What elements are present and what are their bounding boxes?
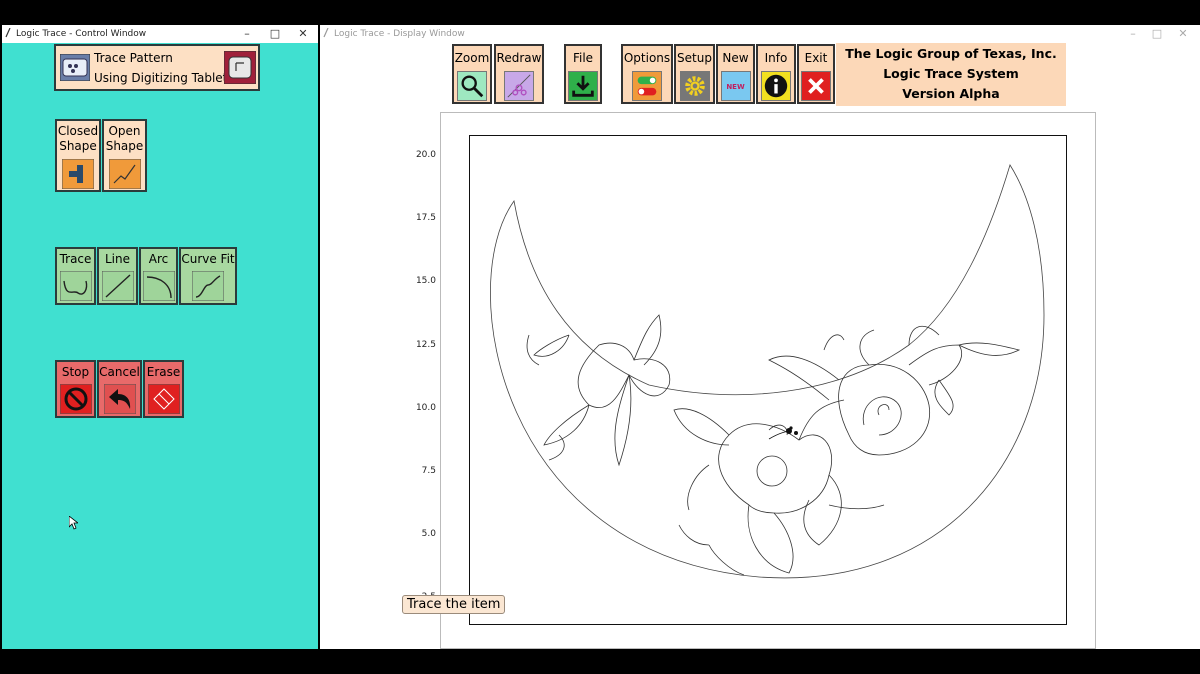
version-label: Version Alpha	[902, 86, 1000, 101]
feather-icon	[5, 28, 11, 38]
minimize-icon[interactable]: –	[1122, 26, 1144, 42]
file-label: File	[572, 51, 594, 65]
trace-pattern-line1: Trace Pattern	[94, 51, 173, 65]
display-window-title: Logic Trace - Display Window	[334, 29, 465, 39]
mouse-cursor-icon	[69, 516, 78, 530]
undo-arrow-icon	[103, 384, 136, 414]
line-button[interactable]: Line	[97, 247, 138, 305]
exit-label: Exit	[804, 51, 828, 65]
y-tick-label: 20.0	[415, 150, 436, 160]
download-icon	[568, 71, 598, 101]
zoom-button[interactable]: Zoom	[452, 44, 492, 104]
open-shape-label-2: Shape	[105, 139, 144, 153]
digitizer-tablet-icon	[60, 54, 90, 81]
file-button[interactable]: File	[564, 44, 602, 104]
gear-icon	[679, 71, 710, 101]
new-button[interactable]: New NEW	[716, 44, 755, 104]
arc-button[interactable]: Arc	[139, 247, 178, 305]
stop-button[interactable]: Stop	[55, 360, 96, 418]
close-icon[interactable]: ✕	[292, 26, 314, 42]
info-icon	[761, 71, 791, 101]
setup-label: Setup	[677, 51, 712, 65]
control-window-title: Logic Trace - Control Window	[16, 29, 147, 39]
arc-label: Arc	[148, 252, 169, 266]
trace-tooltip: Trace the item	[402, 595, 506, 614]
magnifier-icon	[457, 71, 487, 101]
closed-shape-icon	[62, 159, 94, 189]
new-badge-icon: NEW	[720, 71, 751, 101]
toggle-switch-icon	[632, 71, 662, 101]
new-badge-text: NEW	[726, 83, 745, 91]
closed-shape-label-2: Shape	[59, 139, 97, 153]
y-tick-label: 17.5	[415, 213, 436, 224]
trace-pattern-line2: Using Digitizing Tablet	[94, 71, 228, 85]
setup-button[interactable]: Setup	[674, 44, 715, 104]
company-banner: The Logic Group of Texas, Inc. Logic Tra…	[836, 43, 1066, 106]
exit-button[interactable]: Exit	[797, 44, 835, 104]
tablet-pen-icon	[224, 51, 256, 84]
y-tick-label: 12.5	[415, 339, 436, 350]
eraser-icon	[147, 384, 180, 414]
trace-pattern-button[interactable]: Trace Pattern Using Digitizing Tablet	[54, 44, 260, 91]
closed-shape-button[interactable]: Closed Shape	[55, 119, 101, 192]
info-label: Info	[764, 51, 788, 65]
control-window: Logic Trace - Control Window – □ ✕ Trace…	[2, 25, 318, 649]
y-tick-label: 10.0	[415, 402, 436, 413]
zoom-label: Zoom	[454, 51, 490, 65]
product-name: Logic Trace System	[883, 66, 1019, 81]
drawing-canvas[interactable]	[469, 135, 1067, 625]
erase-button[interactable]: Erase	[143, 360, 184, 418]
line-label: Line	[104, 252, 130, 266]
minimize-icon[interactable]: –	[236, 26, 258, 42]
company-name: The Logic Group of Texas, Inc.	[845, 46, 1057, 61]
new-label: New	[722, 51, 749, 65]
closed-shape-label-1: Closed	[57, 124, 99, 138]
open-shape-icon	[108, 159, 141, 189]
curve-fit-button[interactable]: Curve Fit	[179, 247, 237, 305]
open-shape-button[interactable]: Open Shape	[102, 119, 147, 192]
y-tick-label: 7.5	[421, 466, 436, 476]
info-button[interactable]: Info	[756, 44, 796, 104]
y-tick-label: 5.0	[421, 529, 436, 540]
trace-label: Trace	[59, 252, 92, 266]
redraw-label: Redraw	[496, 51, 542, 65]
maximize-icon[interactable]: □	[264, 26, 286, 42]
y-tick-label: 15.0	[415, 276, 436, 287]
control-panel: Trace Pattern Using Digitizing Tablet Cl…	[2, 43, 318, 649]
options-button[interactable]: Options	[621, 44, 673, 104]
control-titlebar: Logic Trace - Control Window – □ ✕	[2, 25, 318, 43]
curve-fit-label: Curve Fit	[181, 252, 235, 266]
options-label: Options	[623, 51, 671, 65]
stop-icon	[59, 384, 92, 414]
erase-label: Erase	[146, 365, 181, 379]
close-icon[interactable]: ✕	[1172, 26, 1194, 42]
trace-button[interactable]: Trace	[55, 247, 96, 305]
display-titlebar: Logic Trace - Display Window – □ ✕	[320, 25, 1200, 43]
open-shape-label-1: Open	[108, 124, 141, 138]
curve-fit-icon	[192, 271, 224, 301]
redraw-button[interactable]: Redraw	[494, 44, 544, 104]
stop-label: Stop	[61, 365, 90, 379]
feather-icon	[323, 28, 329, 38]
exit-x-icon	[801, 71, 831, 101]
line-icon	[101, 271, 134, 301]
cancel-button[interactable]: Cancel	[97, 360, 142, 418]
trace-curve-icon	[59, 271, 92, 301]
redraw-icon	[504, 71, 534, 101]
maximize-icon[interactable]: □	[1146, 26, 1168, 42]
cancel-label: Cancel	[99, 365, 140, 379]
arc-icon	[142, 271, 175, 301]
